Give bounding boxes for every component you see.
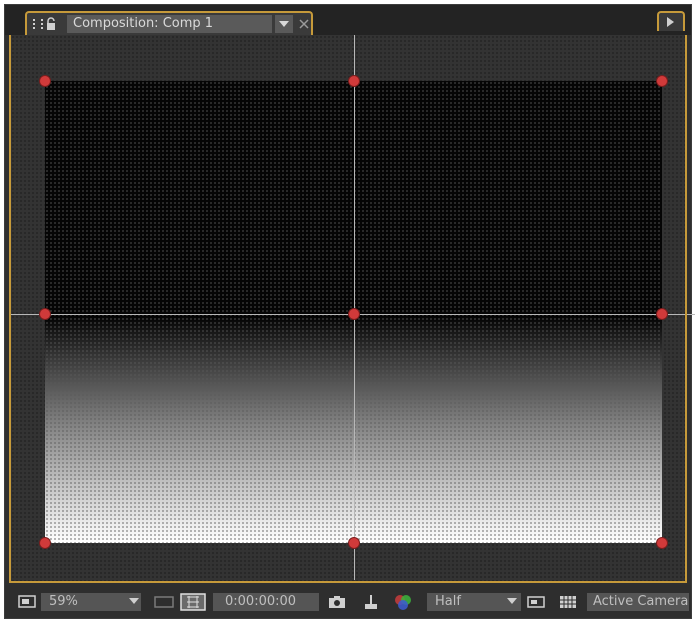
current-time-display[interactable]: 0:00:00:00 (213, 593, 319, 611)
transparency-toggle-icon[interactable] (557, 593, 579, 611)
region-of-interest-icon[interactable] (525, 593, 547, 611)
chevron-down-icon[interactable] (129, 598, 139, 604)
panel-grip-icon[interactable] (33, 19, 43, 29)
chevron-down-icon[interactable] (507, 598, 517, 604)
camera-icon[interactable] (327, 593, 347, 611)
magnification-dropdown[interactable]: 59% (41, 593, 141, 611)
chevron-down-icon[interactable] (275, 15, 293, 33)
panel-menu-icon[interactable] (657, 11, 685, 31)
close-icon[interactable] (297, 16, 311, 30)
active-panel-border (9, 35, 687, 583)
panel-tab-strip: Composition: Comp 1 (5, 5, 691, 35)
transparency-grid-icon[interactable] (179, 593, 207, 611)
lock-icon[interactable] (46, 16, 56, 30)
composition-name[interactable]: Composition: Comp 1 (67, 15, 272, 33)
active-camera-dropdown[interactable]: Active Camera (587, 593, 689, 611)
color-channel-icon[interactable] (391, 593, 421, 611)
tab-composition[interactable]: Composition: Comp 1 (25, 11, 313, 35)
safe-zones-icon[interactable] (153, 593, 175, 611)
show-snapshot-icon[interactable] (361, 593, 381, 611)
viewer-status-bar: 59% 0:00:00:00 Half Active Camera (5, 585, 691, 618)
composition-panel: Composition: Comp 1 59% 0:00:00:00 Half … (4, 4, 695, 619)
monitor-icon[interactable] (17, 593, 37, 611)
